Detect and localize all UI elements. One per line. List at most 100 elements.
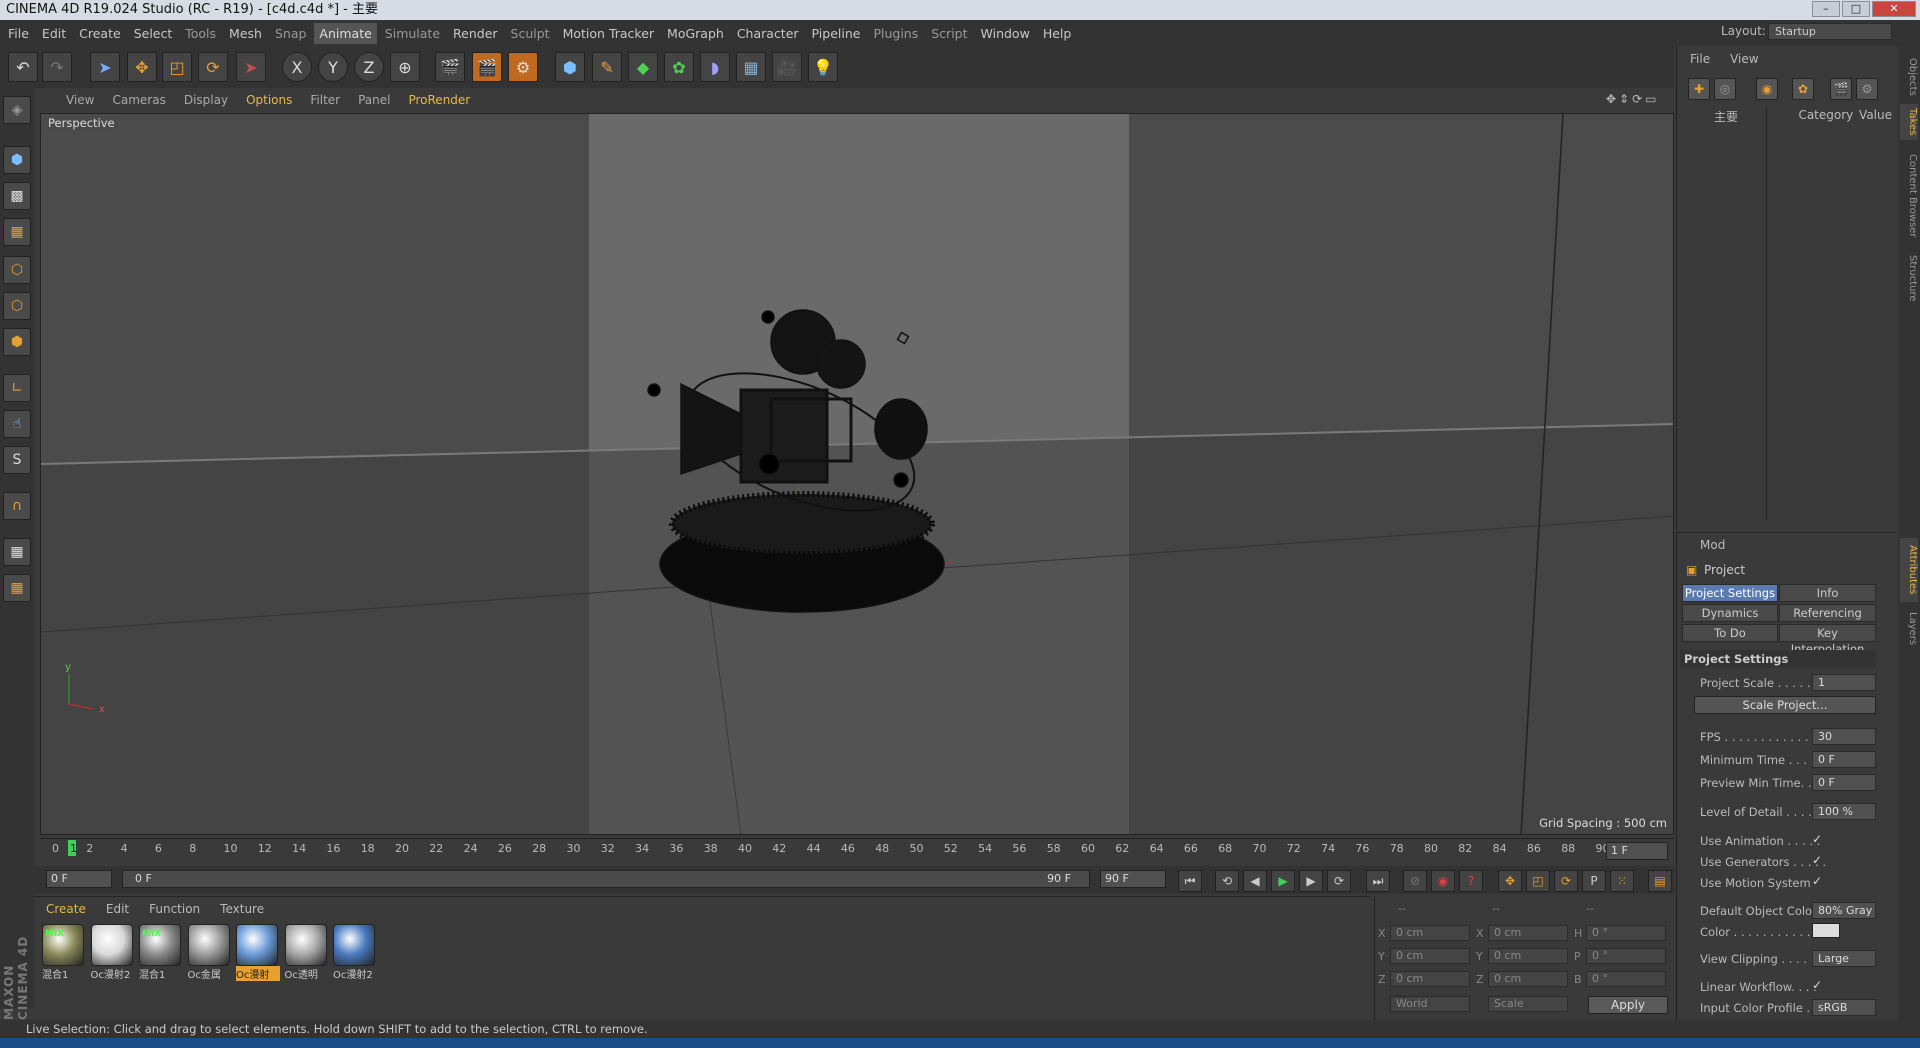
minimum-time-field[interactable]: 0 F	[1812, 751, 1876, 768]
coord-value-field[interactable]: 0 cm	[1390, 971, 1470, 987]
column-main[interactable]: 主要	[1714, 108, 1798, 126]
linear-workflow-checkbox[interactable]: ✓	[1812, 978, 1822, 992]
material-item[interactable]: Oc漫射2	[333, 924, 377, 986]
menu-render[interactable]: Render	[453, 26, 498, 41]
effector-icon[interactable]: ◎	[1714, 78, 1736, 100]
project-scale-field[interactable]: 1	[1812, 674, 1876, 691]
menu-window[interactable]: Window	[981, 26, 1030, 41]
tab-referencing[interactable]: Referencing	[1779, 604, 1876, 622]
axis-mode-icon[interactable]: ∟	[3, 374, 31, 402]
previous-frame-icon[interactable]: ◀	[1243, 870, 1267, 892]
record-active-icon[interactable]: ⊘	[1403, 870, 1427, 892]
lock-workplane-icon[interactable]: ▦	[3, 538, 31, 566]
points-mode-icon[interactable]: ⬡	[3, 256, 31, 284]
default-object-color-select[interactable]: 80% Gray	[1812, 902, 1876, 919]
menu-file[interactable]: File	[8, 26, 29, 41]
live-selection-icon[interactable]: ➤	[90, 52, 120, 82]
object-menu-file[interactable]: File	[1690, 52, 1710, 66]
key-position-icon[interactable]: ✥	[1498, 870, 1522, 892]
material-menu-edit[interactable]: Edit	[106, 902, 129, 916]
menu-pipeline[interactable]: Pipeline	[812, 26, 861, 41]
tab-layers[interactable]: Layers	[1900, 606, 1918, 652]
end-frame-field[interactable]: 90 F	[1100, 870, 1166, 888]
coord-mode-select[interactable]: World	[1390, 996, 1470, 1012]
recent-tool-icon[interactable]: ➤	[236, 52, 266, 82]
tab-takes[interactable]: Takes	[1900, 104, 1918, 140]
use-generators-checkbox[interactable]: ✓	[1812, 853, 1822, 867]
tab-structure[interactable]: Structure	[1900, 250, 1918, 306]
frame-range-slider[interactable]: 0 F 90 F	[122, 870, 1090, 888]
polygons-mode-icon[interactable]: ⬢	[3, 328, 31, 356]
render-picture-viewer-icon[interactable]: 🎬	[472, 52, 502, 82]
coord-value-field[interactable]: 0 cm	[1488, 948, 1568, 964]
viewport-menu-display[interactable]: Display	[184, 93, 228, 107]
previous-key-icon[interactable]: ⟲	[1215, 870, 1239, 892]
coord-value-field[interactable]: 0 °	[1586, 948, 1666, 964]
x-axis-icon[interactable]: X	[282, 52, 312, 82]
workplane-icon[interactable]: ▦	[3, 218, 31, 246]
render-take-icon[interactable]: 🎬	[1830, 78, 1852, 100]
edges-mode-icon[interactable]: ⬡	[3, 292, 31, 320]
edit-render-settings-icon[interactable]: ⚙	[508, 52, 538, 82]
take-icon[interactable]: ◉	[1756, 78, 1778, 100]
material-item[interactable]: Oc透明	[284, 924, 329, 986]
go-to-start-icon[interactable]: ⏮	[1178, 870, 1202, 892]
viewport-menu-view[interactable]: View	[66, 93, 94, 107]
object-menu-view[interactable]: View	[1730, 52, 1758, 66]
tab-objects[interactable]: Objects	[1900, 54, 1918, 100]
column-category[interactable]: Category	[1798, 108, 1859, 126]
tab-content-browser[interactable]: Content Browser	[1900, 146, 1918, 246]
key-scale-icon[interactable]: ◰	[1526, 870, 1550, 892]
menu-plugins[interactable]: Plugins	[873, 26, 918, 41]
menu-tools[interactable]: Tools	[185, 26, 216, 41]
material-item[interactable]: MIX 混合1	[139, 924, 183, 986]
planar-workplane-icon[interactable]: ▦	[3, 574, 31, 602]
scale-icon[interactable]: ◰	[162, 52, 192, 82]
coord-value-field[interactable]: 0 cm	[1488, 925, 1568, 941]
pen-icon[interactable]: ✎	[592, 52, 622, 82]
light-icon[interactable]: 💡	[808, 52, 838, 82]
undo-icon[interactable]: ↶	[8, 52, 38, 82]
material-item[interactable]: Oc漫射	[236, 924, 280, 986]
snapping-icon[interactable]: S	[3, 446, 31, 474]
close-button[interactable]: ✕	[1872, 1, 1916, 17]
menu-help[interactable]: Help	[1043, 26, 1072, 41]
floor-icon[interactable]: ▦	[736, 52, 766, 82]
next-key-icon[interactable]: ⟳	[1327, 870, 1351, 892]
menu-mograph[interactable]: MoGraph	[667, 26, 724, 41]
preview-min-time-field[interactable]: 0 F	[1812, 774, 1876, 791]
menu-script[interactable]: Script	[931, 26, 967, 41]
attributes-mode-menu[interactable]: Mod	[1700, 538, 1725, 552]
material-item[interactable]: Oc漫射2	[90, 924, 135, 986]
z-axis-icon[interactable]: Z	[354, 52, 384, 82]
texture-mode-icon[interactable]: ▩	[3, 182, 31, 210]
world-coordinates-icon[interactable]: ⊕	[390, 52, 420, 82]
material-item[interactable]: Oc金属	[187, 924, 232, 986]
color-swatch[interactable]	[1812, 923, 1840, 938]
viewport-nav-icons[interactable]: ✥⇕⟳▭	[1606, 92, 1660, 106]
use-motion-system-checkbox[interactable]: ✓	[1812, 874, 1822, 888]
minimize-button[interactable]: –	[1812, 1, 1840, 17]
menu-sculpt[interactable]: Sculpt	[511, 26, 550, 41]
y-axis-icon[interactable]: Y	[318, 52, 348, 82]
magnet-icon[interactable]: ∩	[3, 492, 31, 520]
move-icon[interactable]: ✥	[127, 52, 157, 82]
column-value[interactable]: Value	[1859, 108, 1892, 126]
make-editable-icon[interactable]: ◈	[3, 96, 31, 124]
play-icon[interactable]: ▶	[1271, 870, 1295, 892]
start-frame-field[interactable]: 0 F	[46, 870, 112, 888]
current-frame-field[interactable]: 1 F	[1606, 842, 1668, 860]
key-parameter-icon[interactable]: P	[1582, 870, 1606, 892]
menu-select[interactable]: Select	[134, 26, 173, 41]
go-to-end-icon[interactable]: ⏭	[1366, 870, 1390, 892]
override-icon[interactable]: ✿	[1792, 78, 1814, 100]
material-menu-texture[interactable]: Texture	[220, 902, 264, 916]
coord-value-field[interactable]: 0 cm	[1488, 971, 1568, 987]
cube-icon[interactable]: ⬢	[555, 52, 585, 82]
redo-icon[interactable]: ↷	[42, 52, 72, 82]
coord-value-field[interactable]: 0 °	[1586, 971, 1666, 987]
level-of-detail-field[interactable]: 100 %	[1812, 803, 1876, 820]
menu-create[interactable]: Create	[79, 26, 121, 41]
keyframe-selection-icon[interactable]: ?	[1459, 870, 1483, 892]
tab-key-interpolation[interactable]: Key Interpolation	[1779, 624, 1876, 656]
